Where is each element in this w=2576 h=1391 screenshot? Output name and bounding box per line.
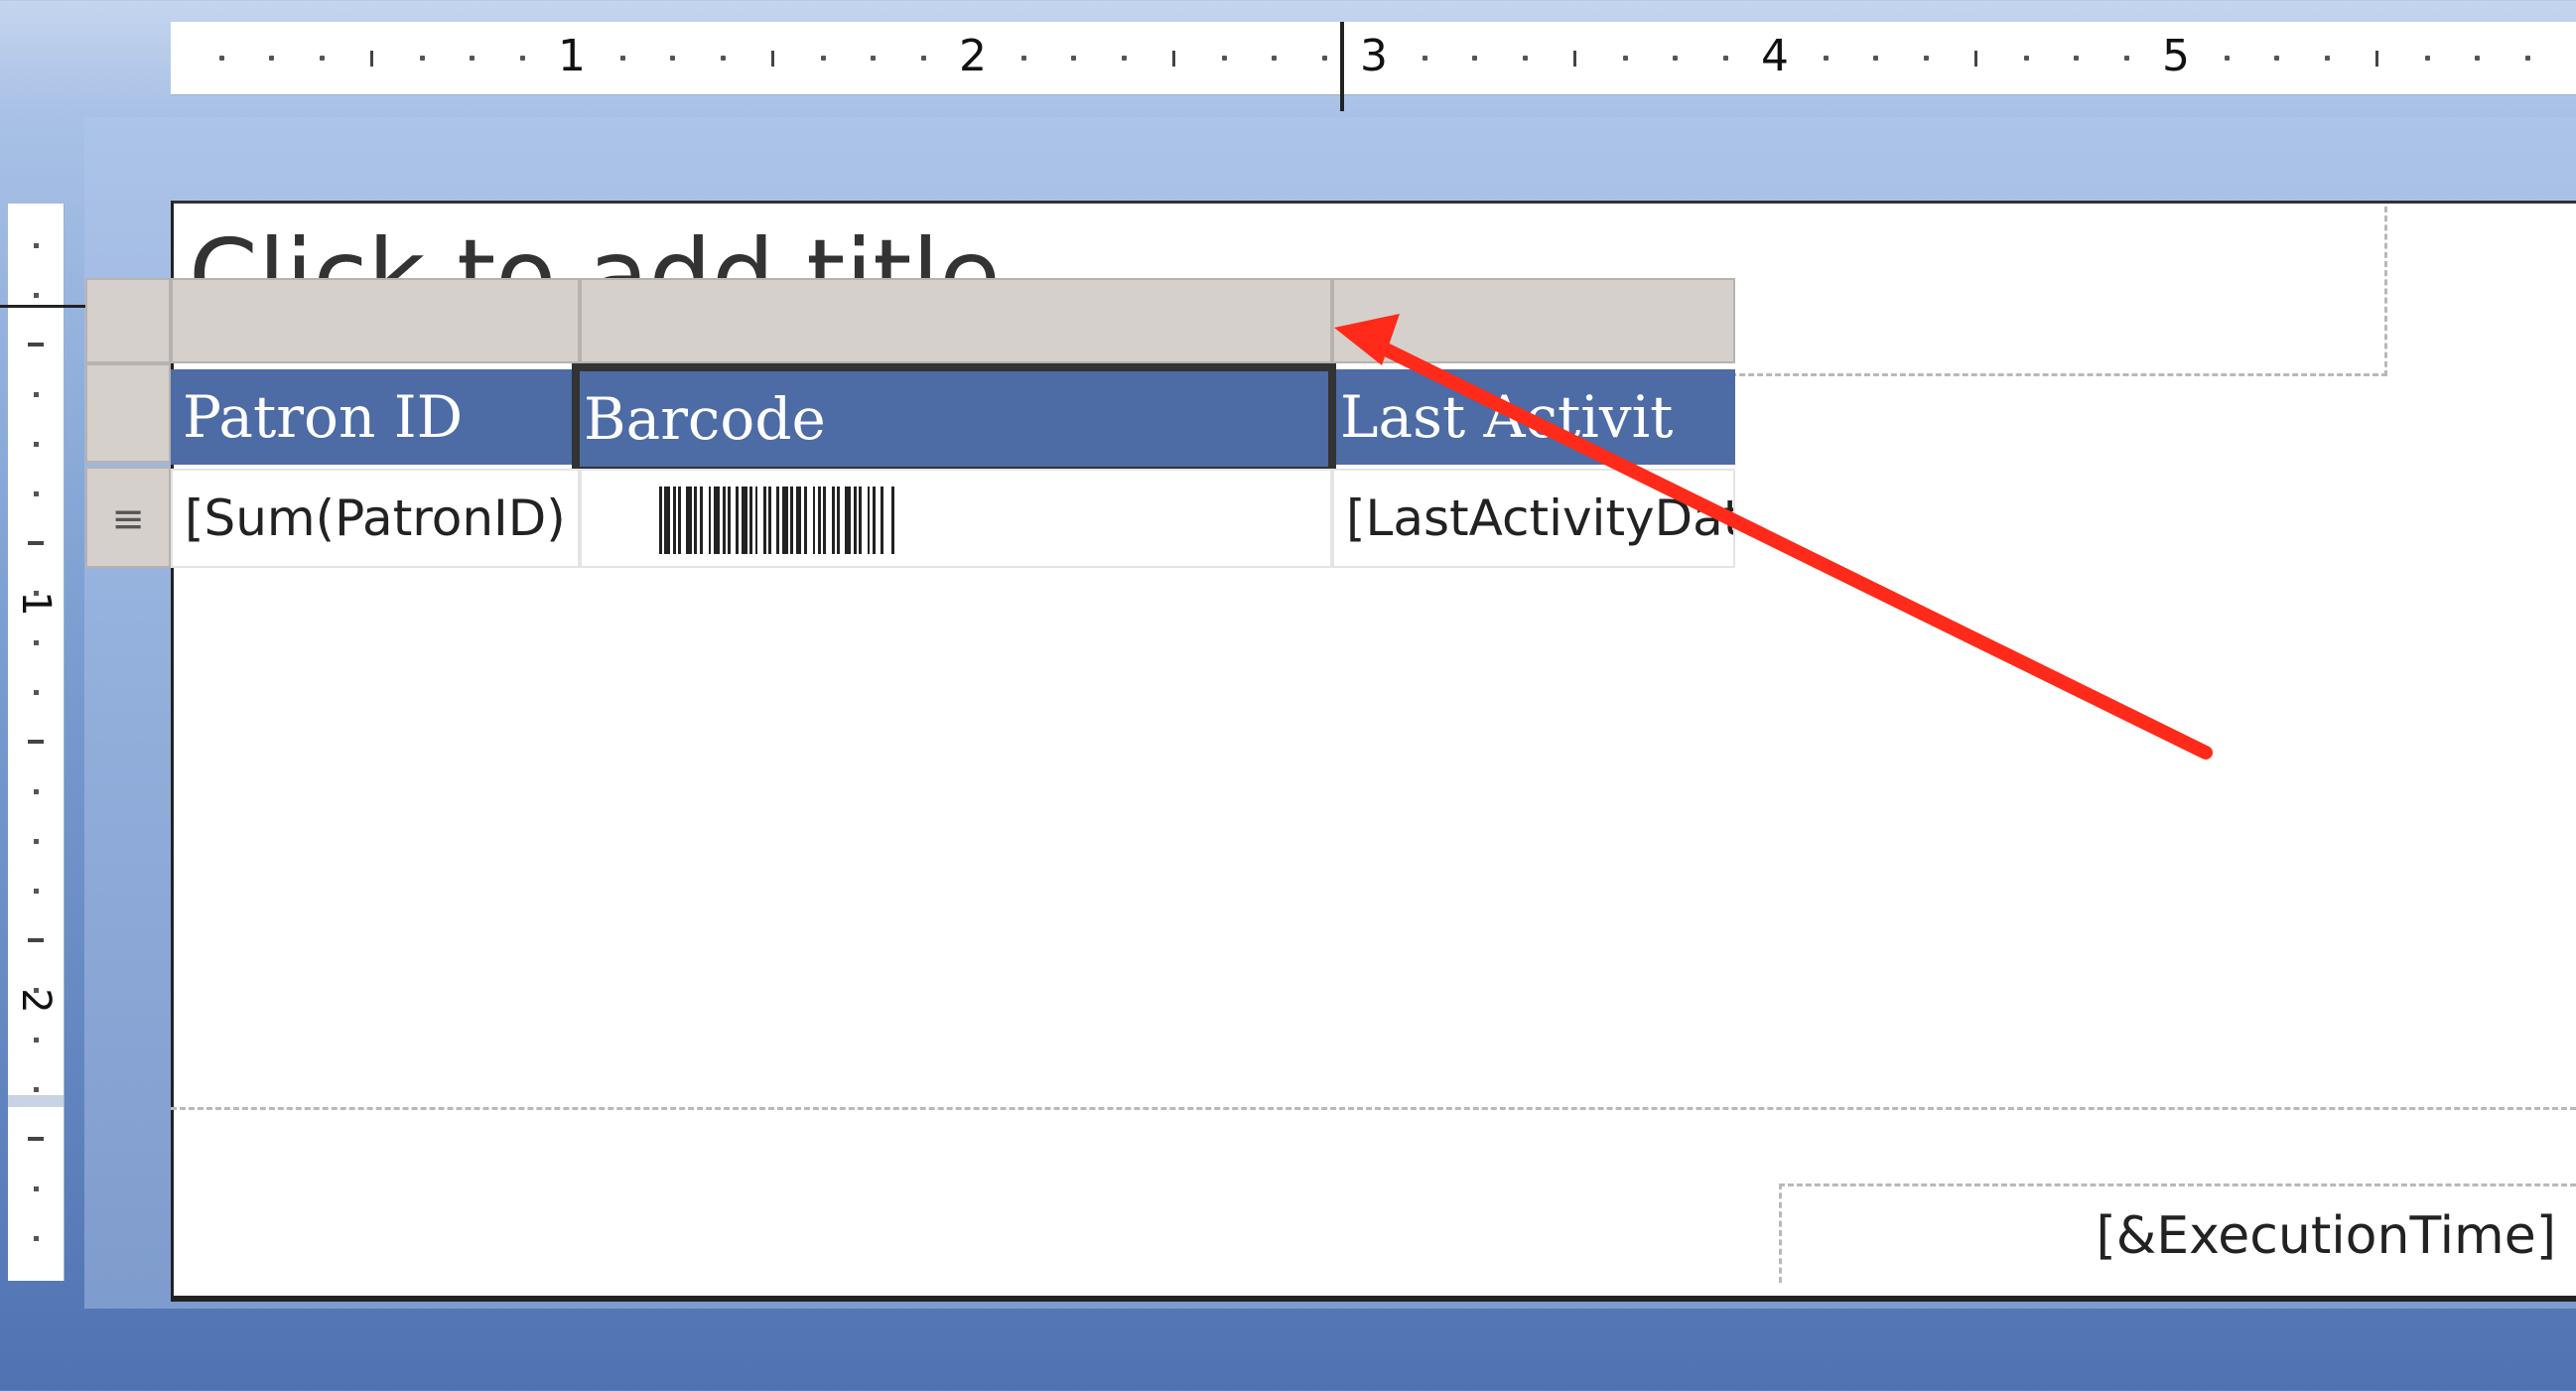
barcode-bar (891, 487, 894, 554)
ruler-dot (2224, 56, 2230, 61)
ruler-dot (1020, 56, 1026, 61)
ruler-dot (34, 491, 39, 496)
ruler-dot (34, 243, 39, 248)
ruler-dot (2424, 56, 2430, 61)
ruler-dot (34, 1087, 39, 1092)
column-handle[interactable] (171, 278, 580, 363)
ruler-dot (1422, 56, 1427, 61)
ruler-dot (1873, 56, 1878, 61)
ruler-dot (34, 839, 39, 844)
ruler-dot (34, 889, 39, 894)
ruler-tick (28, 541, 44, 545)
ruler-dot (1673, 56, 1678, 61)
ruler-dot (2324, 56, 2330, 61)
ruler-dot (720, 56, 726, 61)
ruler-tick (1172, 51, 1175, 67)
ruler-dot (2524, 56, 2530, 61)
ruler-section-separator (8, 1095, 64, 1107)
ruler-dot (34, 1236, 39, 1241)
column-handle[interactable] (580, 278, 1332, 363)
ruler-dot (1321, 56, 1327, 61)
ruler-dot (34, 690, 39, 695)
ruler-number: 4 (1761, 31, 1789, 81)
ruler-dot (1472, 56, 1477, 61)
ruler-dot (1121, 56, 1127, 61)
row-handle-icon[interactable]: ≡ (85, 467, 171, 568)
ruler-tick (771, 51, 774, 67)
ruler-dot (1071, 56, 1076, 61)
ruler-dot (1221, 56, 1227, 61)
ruler-dot (2074, 56, 2079, 61)
detail-cell-patron-id[interactable]: [Sum(PatronID) (171, 469, 580, 568)
ruler-dot (1522, 56, 1528, 61)
ruler-dot (34, 591, 39, 596)
ruler-tick (2375, 51, 2378, 67)
ruler-tick (1974, 51, 1977, 67)
ruler-dot (34, 640, 39, 645)
ruler-tick (1573, 51, 1576, 67)
ruler-dot (419, 56, 425, 61)
ruler-dot (218, 56, 224, 61)
ruler-dot (619, 56, 625, 61)
ruler-dot (34, 392, 39, 397)
ruler-dot (34, 293, 39, 298)
barcode-icon (659, 487, 1195, 554)
ruler-dot (2123, 56, 2129, 61)
ruler-dot (34, 1186, 39, 1191)
ruler-dot (2023, 56, 2029, 61)
ruler-number: 3 (1360, 31, 1388, 81)
ruler-dot (34, 1038, 39, 1043)
vertical-ruler: 1 2 (8, 204, 65, 1281)
header-cell-last-activity[interactable]: Last Activit (1336, 369, 1735, 465)
ruler-tick (28, 1137, 44, 1141)
header-cell-patron-id[interactable]: Patron ID (171, 369, 580, 465)
detail-cell-last-activity[interactable]: [LastActivityDate (1332, 469, 1735, 568)
page-footer-separator (171, 1107, 2576, 1110)
ruler-tick (370, 51, 373, 67)
ruler-dot (34, 988, 39, 993)
ruler-dot (670, 56, 675, 61)
header-cell-barcode[interactable]: Barcode (572, 363, 1336, 475)
ruler-dot (1923, 56, 1929, 61)
ruler-dot (1823, 56, 1829, 61)
horizontal-ruler: 1 2 3 4 5 (171, 22, 2576, 111)
ruler-tick (28, 740, 44, 744)
ruler-tick (28, 938, 44, 942)
ruler-dot (1722, 56, 1728, 61)
ruler-number: 1 (558, 31, 586, 81)
ruler-dot (871, 56, 876, 61)
ruler-number: 5 (2162, 31, 2190, 81)
execution-time-textbox[interactable]: [&ExecutionTime] (1779, 1183, 2576, 1283)
ruler-dot (34, 789, 39, 794)
ruler-dot (519, 56, 525, 61)
row-handle[interactable] (85, 363, 171, 463)
ruler-dot (820, 56, 826, 61)
column-handle[interactable] (1332, 278, 1735, 363)
ruler-number: 2 (959, 31, 987, 81)
ruler-dot (269, 56, 274, 61)
ruler-dot (2475, 56, 2480, 61)
ruler-dot (34, 442, 39, 447)
barcode-bar (883, 487, 891, 554)
ruler-dot (920, 56, 926, 61)
ruler-dot (319, 56, 325, 61)
vertical-ruler-marker (0, 305, 85, 308)
table-corner-handle[interactable] (85, 278, 171, 363)
ruler-tick (28, 343, 44, 347)
ruler-dot (2274, 56, 2279, 61)
ruler-dot (470, 56, 475, 61)
ruler-dot (1622, 56, 1628, 61)
ruler-position-marker (1340, 22, 1344, 111)
ruler-dot (1272, 56, 1277, 61)
